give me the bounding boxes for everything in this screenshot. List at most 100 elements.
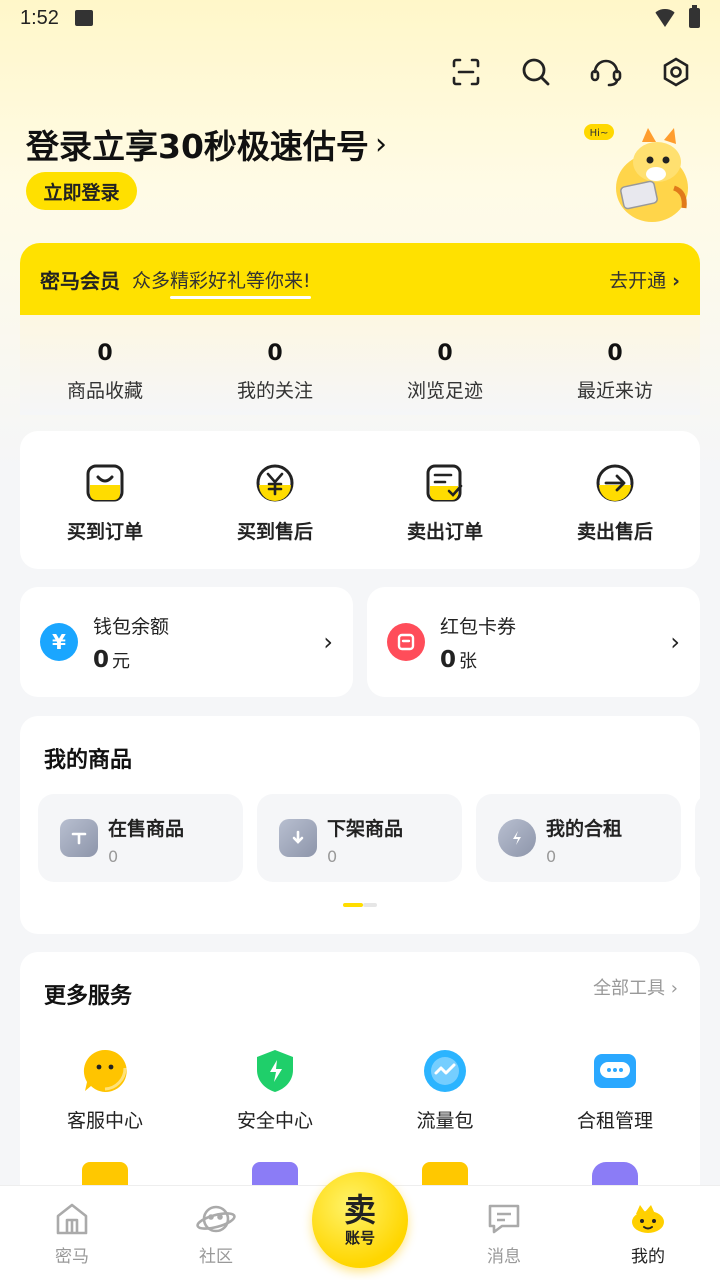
my-goods-card: 我的商品 在售商品 0 下架商品 0 我的合租 0 (20, 716, 700, 934)
tab-label: 我的 (631, 1247, 665, 1267)
vip-banner[interactable]: 密马会员 众多精彩好礼等你来! 去开通 › (20, 243, 700, 315)
search-icon[interactable] (516, 52, 556, 92)
order-label: 卖出订单 (406, 521, 483, 543)
goods-count: 0 (327, 847, 338, 866)
tab-messages[interactable]: 消息 (432, 1186, 576, 1267)
goods-on-sale[interactable]: 在售商品 0 (38, 794, 243, 882)
service-label: 流量包 (416, 1110, 474, 1132)
chevron-right-icon: › (374, 126, 387, 162)
chevron-right-icon: › (672, 269, 680, 292)
sell-button-subtext: 账号 (344, 1228, 375, 1247)
bag-icon (86, 464, 124, 502)
off-shelf-icon (279, 819, 317, 857)
service-traffic-pack[interactable]: 流量包 (360, 1048, 530, 1133)
traffic-pack-icon (424, 1050, 466, 1092)
indicator-inactive (363, 903, 377, 907)
goods-name: 在售商品 (108, 818, 185, 840)
wallet-balance-unit: 元 (112, 650, 131, 672)
service-security-center[interactable]: 安全中心 (190, 1048, 360, 1133)
order-label: 买到售后 (236, 521, 313, 543)
header-toolbar (446, 52, 696, 92)
orders-card: 买到订单 买到售后 卖出订单 卖出售后 (20, 431, 700, 569)
login-title-text: 登录立享30秒极速估号 (26, 127, 369, 166)
order-sold-aftersale[interactable]: 卖出售后 (530, 431, 700, 569)
goods-count: 0 (546, 847, 557, 866)
settings-icon[interactable] (656, 52, 696, 92)
rent-manage-icon (594, 1054, 636, 1088)
vip-title: 密马会员 (40, 268, 120, 293)
service-customer-center[interactable]: 客服中心 (20, 1048, 190, 1133)
sell-button-text: 卖 (343, 1190, 376, 1229)
wallet-balance-card[interactable]: ¥ 钱包余额 0元 › (20, 587, 353, 697)
goods-shared-rent[interactable]: 我的合租 0 (476, 794, 681, 882)
service-rent-manage[interactable]: 合租管理 (530, 1048, 700, 1133)
tab-label: 密马 (55, 1247, 89, 1267)
goods-name: 我的合租 (546, 818, 623, 840)
tab-community[interactable]: 社区 (144, 1186, 288, 1267)
status-bar: 1:52 (0, 0, 720, 36)
stat-visitors[interactable]: 0 最近来访 (530, 315, 700, 415)
vip-open-text: 去开通 (609, 269, 667, 292)
headset-icon[interactable] (586, 52, 626, 92)
profile-mascot-icon (632, 1205, 664, 1233)
stat-label: 我的关注 (236, 380, 313, 402)
stat-favorites[interactable]: 0 商品收藏 (20, 315, 190, 415)
stat-label: 浏览足迹 (406, 380, 483, 402)
wallet-balance-value: 0 (93, 646, 110, 673)
order-check-icon (426, 464, 463, 502)
stat-history[interactable]: 0 浏览足迹 (360, 315, 530, 415)
stat-value: 0 (267, 341, 283, 366)
stat-label: 最近来访 (576, 380, 653, 402)
order-label: 卖出售后 (576, 521, 653, 543)
stats-row: 0 商品收藏 0 我的关注 0 浏览足迹 0 最近来访 (20, 315, 700, 415)
status-time: 1:52 (20, 6, 59, 29)
my-goods-title: 我的商品 (44, 748, 133, 773)
planet-icon (196, 1205, 236, 1233)
coupon-value: 0 (440, 646, 457, 673)
shared-rent-icon (498, 819, 536, 857)
message-icon (488, 1204, 520, 1234)
stat-value: 0 (97, 341, 113, 366)
tab-label: 消息 (487, 1247, 521, 1267)
login-button[interactable]: 立即登录 (26, 172, 137, 210)
all-tools-link[interactable]: 全部工具 › (593, 974, 678, 1000)
order-bought[interactable]: 买到订单 (20, 431, 190, 569)
chevron-right-icon: › (670, 978, 678, 999)
wifi-icon (653, 9, 677, 27)
yuan-icon: ¥ (40, 623, 78, 661)
login-title[interactable]: 登录立享30秒极速估号 › (26, 120, 387, 168)
stat-value: 0 (607, 341, 623, 366)
goods-next-peek (695, 794, 700, 882)
more-services-title: 更多服务 (44, 984, 133, 1009)
order-bought-aftersale[interactable]: 买到售后 (190, 431, 360, 569)
chevron-right-icon: › (323, 628, 333, 656)
home-icon (56, 1203, 88, 1235)
coupon-card[interactable]: 红包卡券 0张 › (367, 587, 700, 697)
customer-service-icon (83, 1049, 127, 1092)
security-shield-icon (257, 1050, 293, 1092)
indicator-active (343, 903, 363, 907)
arrow-circle-icon (596, 464, 634, 502)
stat-following[interactable]: 0 我的关注 (190, 315, 360, 415)
service-label: 安全中心 (236, 1110, 313, 1132)
carousel-indicator (343, 903, 377, 907)
stat-value: 0 (437, 341, 453, 366)
coupon-unit: 张 (459, 650, 478, 672)
tab-profile[interactable]: 我的 (576, 1186, 720, 1267)
my-goods-carousel[interactable]: 在售商品 0 下架商品 0 我的合租 0 (38, 794, 700, 882)
order-label: 买到订单 (66, 521, 143, 543)
mascot-bubble-text: Hi~ (590, 128, 609, 139)
service-label: 客服中心 (66, 1110, 143, 1132)
sell-account-button[interactable]: 卖 账号 (312, 1172, 408, 1268)
mascot-illustration: Hi~ (582, 118, 692, 224)
goods-count: 0 (108, 847, 119, 866)
yuan-coin-icon (256, 464, 294, 502)
vip-open-link[interactable]: 去开通 › (609, 266, 680, 293)
stat-label: 商品收藏 (66, 380, 143, 402)
goods-off-shelf[interactable]: 下架商品 0 (257, 794, 462, 882)
order-sold[interactable]: 卖出订单 (360, 431, 530, 569)
scan-icon[interactable] (446, 52, 486, 92)
battery-icon (689, 5, 700, 28)
tab-home[interactable]: 密马 (0, 1186, 144, 1267)
image-notification-icon (74, 10, 93, 26)
